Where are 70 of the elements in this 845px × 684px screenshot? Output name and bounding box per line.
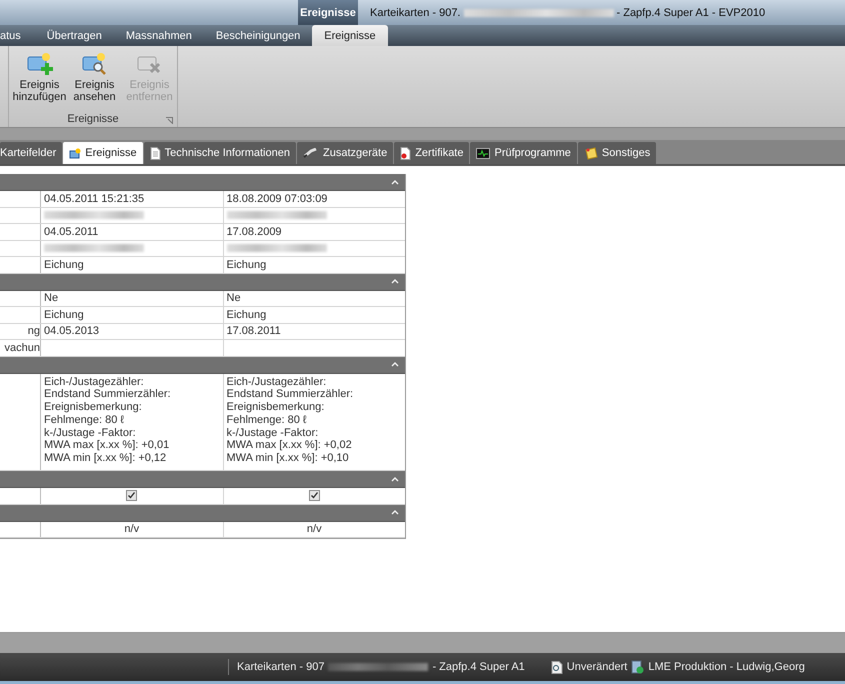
table-cell: Eichung (44, 308, 84, 321)
ribbon-tab[interactable]: Bescheinigungen (204, 25, 312, 46)
collapse-icon[interactable] (391, 476, 399, 482)
window-title: - Zapfp.4 Super A1 - EVP2010 (616, 6, 766, 18)
document-tab[interactable]: Ereignisse (63, 142, 143, 164)
screen-plus-icon (26, 51, 54, 77)
document-tab[interactable]: Zusatzgeräte (296, 142, 394, 164)
table-cell: Eichung (226, 308, 266, 321)
status-text: LME Produktion - Ludwig,Georg (648, 661, 805, 673)
ribbon-tab[interactable]: Massnahmen (114, 25, 204, 46)
collapse-icon[interactable] (391, 510, 399, 516)
database-icon (631, 660, 644, 674)
document-icon (150, 146, 161, 160)
table-cell: n/v (124, 523, 140, 536)
ribbon-tab[interactable]: atus (0, 25, 35, 46)
ribbon-button[interactable]: Ereignis hinzufügen (12, 51, 67, 113)
table-cell: Ne (44, 292, 58, 304)
table-cell-line: Endstand Summierzähler: (226, 388, 354, 402)
cable-icon (302, 148, 319, 158)
table-cell-line: Ereignisbemerkung: (226, 401, 326, 414)
collapse-icon[interactable] (391, 279, 399, 284)
table-cell-line: MWA max [x.xx %]: +0,01 (44, 439, 170, 452)
row-label: ng (28, 325, 40, 338)
status-text: Unverändert (566, 661, 628, 673)
table-cell-line: MWA max [x.xx %]: +0,02 (226, 439, 353, 452)
table-cell-line: Fehlmenge: 80 ℓ (226, 414, 308, 427)
notepad-icon (584, 146, 598, 160)
status-text: - Zapfp.4 Super A1 (432, 661, 525, 673)
table-cell-line: k-/Justage -Faktor: (226, 426, 320, 440)
table-cell: Ne (226, 292, 241, 304)
status-text: Karteikarten - 907 (237, 661, 324, 673)
dialog-launcher-icon[interactable] (166, 117, 173, 124)
document-tab[interactable]: Sonstiges (578, 142, 656, 164)
table-cell-line: MWA min [x.xx %]: +0,10 (226, 452, 350, 466)
table-cell: 17.08.2011 (226, 325, 281, 338)
document-tab[interactable]: Prüfprogramme (470, 142, 577, 164)
ribbon-tab[interactable]: Übertragen (34, 25, 114, 46)
context-tab-label: Ereignisse (298, 0, 358, 25)
screen-magnifier-icon (80, 51, 108, 77)
table-cell-line: Eich-/Justagezähler: (226, 376, 328, 388)
ribbon-button[interactable]: Ereignis ansehen (67, 51, 122, 113)
collapse-icon[interactable] (391, 362, 399, 367)
table-cell-line: Fehlmenge: 80 ℓ (44, 414, 125, 427)
row-label: vachun (4, 342, 40, 354)
table-cell: 04.05.2011 (44, 226, 98, 238)
table-cell: 04.05.2011 15:21:35 (44, 192, 144, 205)
table-cell-line: Eich-/Justagezähler: (44, 376, 145, 388)
table-cell: n/v (306, 523, 322, 536)
card-icon (69, 148, 82, 158)
collapse-icon[interactable] (391, 180, 399, 184)
ribbon-tab[interactable]: Ereignisse (312, 25, 388, 46)
document-tab[interactable]: Karteifelder (0, 142, 62, 164)
table-cell-line: MWA min [x.xx %]: +0,12 (44, 452, 168, 466)
document-tab[interactable]: Zertifikate (394, 142, 470, 164)
certificate-icon (400, 146, 412, 160)
table-cell: Eichung (44, 258, 84, 271)
checkbox[interactable] (308, 490, 320, 502)
table-cell-line: Ereignisbemerkung: (44, 401, 143, 414)
document-magnifier-icon (550, 660, 563, 674)
group-label: Ereignisse (67, 113, 119, 125)
table-cell-line: k-/Justage -Faktor: (44, 426, 137, 440)
window-title: Karteikarten - 907. (370, 6, 460, 18)
table-cell: 18.08.2009 07:03:09 (226, 192, 328, 205)
table-cell: 17.08.2009 (226, 226, 282, 238)
table-cell-line: Endstand Summierzähler: (44, 388, 171, 402)
table-cell: 04.05.2013 (44, 325, 100, 338)
monitor-icon (476, 148, 490, 158)
checkbox[interactable] (126, 490, 138, 502)
document-tab[interactable]: Technische Informationen (144, 142, 296, 164)
table-cell: Eichung (226, 258, 266, 271)
